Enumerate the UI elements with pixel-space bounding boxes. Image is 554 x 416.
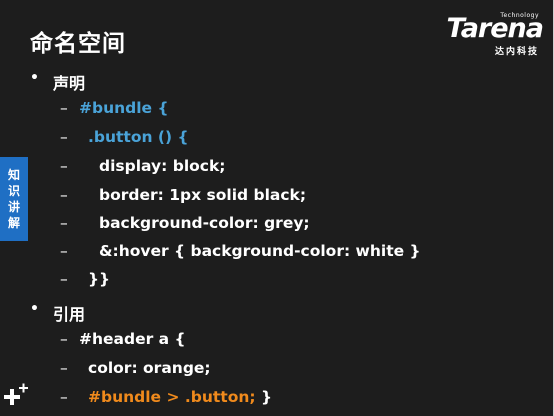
code-text: &:hover { background-color: white } bbox=[99, 242, 421, 260]
dash-marker: – bbox=[60, 214, 68, 232]
dash-marker: – bbox=[60, 388, 68, 406]
code-text: background-color: grey; bbox=[99, 214, 310, 232]
plus-sparkle-icon bbox=[4, 383, 28, 405]
tab-char: 解 bbox=[7, 216, 20, 230]
code-text: #bundle > .button; } bbox=[88, 388, 272, 406]
bullet-label: 声明 bbox=[53, 74, 86, 93]
code-text: #bundle { bbox=[79, 99, 169, 117]
bullet-dot: • bbox=[30, 301, 39, 317]
dash-marker: – bbox=[60, 186, 68, 204]
logo-brand: Tarena bbox=[446, 13, 544, 44]
bullet-label: 引用 bbox=[53, 305, 86, 324]
dash-marker: – bbox=[60, 242, 68, 260]
code-text: .button () { bbox=[88, 128, 189, 146]
bullet-dot: • bbox=[30, 70, 39, 86]
knowledge-tab: 知 识 讲 解 bbox=[0, 157, 28, 241]
dash-marker: – bbox=[60, 330, 68, 348]
dash-marker: – bbox=[60, 128, 68, 146]
code-text: border: 1px solid black; bbox=[99, 186, 307, 204]
logo-chinese: 达内科技 bbox=[494, 47, 539, 57]
dash-marker: – bbox=[60, 270, 68, 288]
dash-marker: – bbox=[60, 99, 68, 117]
slide-title: 命名空间 bbox=[30, 31, 126, 57]
code-text: }} bbox=[88, 270, 111, 288]
code-text: color: orange; bbox=[88, 359, 211, 377]
dash-marker: – bbox=[60, 359, 68, 377]
tab-char: 讲 bbox=[7, 200, 20, 214]
code-text: display: block; bbox=[99, 157, 226, 175]
slide: 命名空间 Technology Tarena 达内科技 知 识 讲 解 • 声明… bbox=[0, 0, 554, 416]
tab-char: 识 bbox=[7, 184, 20, 198]
code-text: #header a { bbox=[79, 330, 186, 348]
tab-char: 知 bbox=[7, 168, 20, 182]
dash-marker: – bbox=[60, 157, 68, 175]
code-highlight: #bundle > .button; bbox=[88, 388, 256, 406]
code-trail: } bbox=[255, 388, 273, 406]
tarena-logo: Technology Tarena 达内科技 bbox=[443, 10, 544, 58]
